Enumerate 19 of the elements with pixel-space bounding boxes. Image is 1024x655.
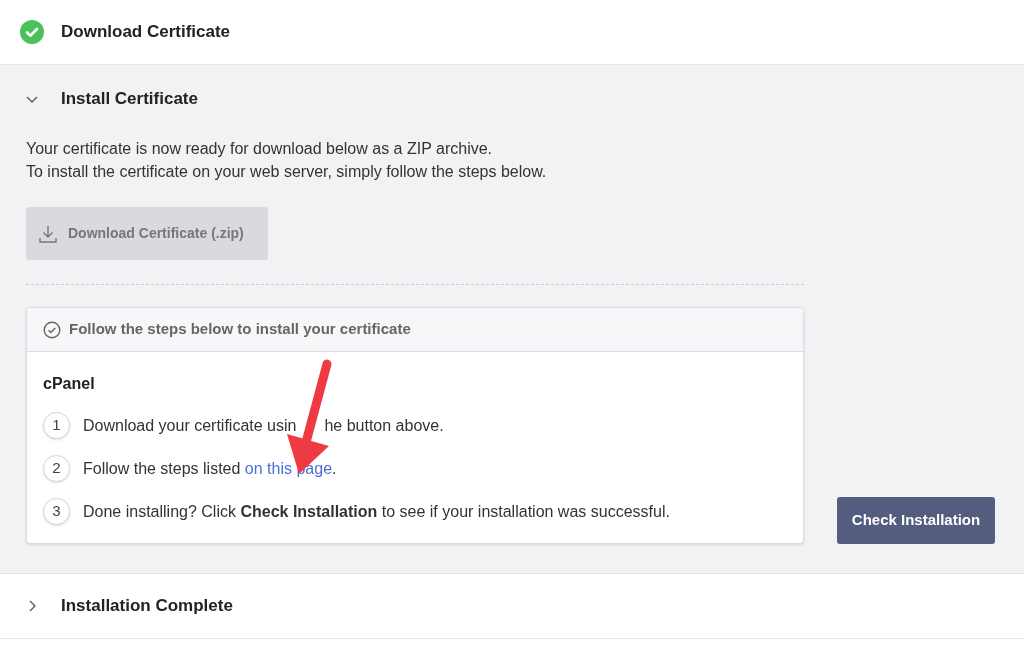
step-text: . — [332, 458, 337, 479]
step-text: Download your certificate usin — [83, 415, 297, 436]
step-number: 3 — [43, 498, 70, 525]
check-installation-button[interactable]: Check Installation — [837, 497, 995, 544]
step-text: he button above. — [324, 415, 444, 436]
step-number: 2 — [43, 455, 70, 482]
section-header[interactable]: Install Certificate — [0, 65, 1024, 131]
step-number: 1 — [43, 412, 70, 439]
intro-text: Your certificate is now ready for download below as a ZIP archive. — [26, 139, 494, 159]
platform-heading: cPanel — [43, 374, 96, 394]
download-icon — [38, 223, 58, 244]
section-header[interactable]: Installation Complete — [0, 574, 1024, 638]
step-text: Done installing? Click Check Installation to see if your installation was successful. — [83, 501, 670, 522]
card-title: Follow the steps below to install your certificate — [69, 319, 411, 340]
intro-text: To install the certificate on your web server, simply follow the steps below. — [26, 162, 548, 182]
check-circle-icon — [20, 20, 44, 44]
check-circle-icon — [43, 320, 61, 339]
section-header[interactable]: Download Certificate — [0, 0, 1024, 64]
step-text: Follow the steps listed — [83, 458, 242, 479]
